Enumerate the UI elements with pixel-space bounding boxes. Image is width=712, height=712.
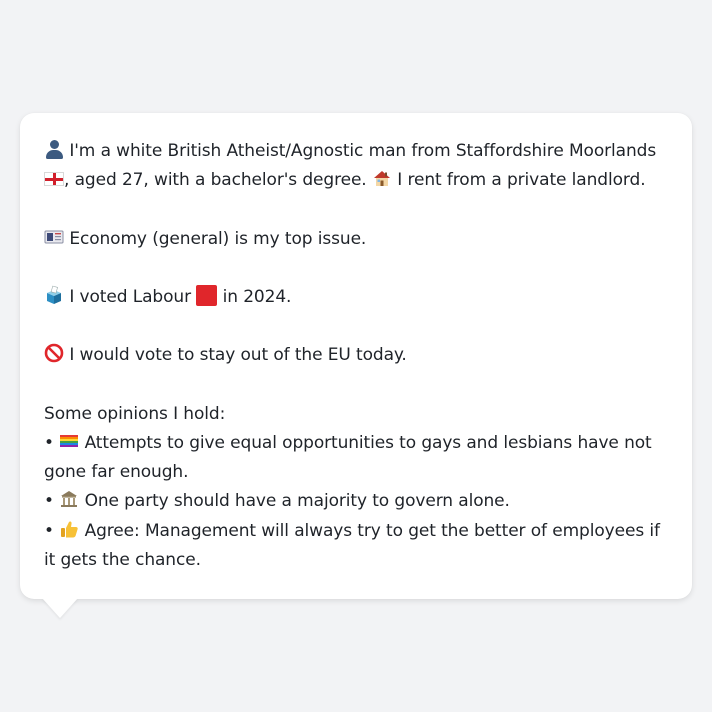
profile-line3: I rent from a private landlord.	[397, 170, 646, 191]
message-bubble: I'm a white British Atheist/Agnostic man…	[20, 113, 692, 599]
opinion-item: • Attempts to give equal opportunities t…	[44, 429, 668, 487]
thumbs-up-icon	[59, 519, 79, 539]
opinion-text: Attempts to give equal opportunities to …	[44, 432, 652, 483]
message-text: I'm a white British Atheist/Agnostic man…	[44, 137, 668, 575]
opinion-text: One party should have a majority to gove…	[84, 491, 510, 512]
opinion-item: • Agree: Management will always try to g…	[44, 517, 668, 575]
classical-building-icon	[59, 489, 79, 509]
bust-in-silhouette-icon	[44, 139, 64, 159]
newspaper-icon	[44, 227, 64, 247]
profile-paragraph: I'm a white British Atheist/Agnostic man…	[44, 137, 668, 195]
bullet: •	[44, 520, 54, 541]
prohibited-icon	[44, 343, 64, 363]
opinion-text: Agree: Management will always try to get…	[44, 520, 660, 570]
house-icon	[372, 168, 392, 188]
vote-paragraph: I voted Labour in 2024.	[44, 283, 668, 312]
bullet: •	[44, 491, 54, 512]
opinions-heading: Some opinions I hold:	[44, 403, 226, 424]
profile-line2: , aged 27, with a bachelor's degree.	[64, 170, 367, 191]
vote-text-end: in 2024.	[222, 286, 292, 307]
profile-line1: I'm a white British Atheist/Agnostic man…	[69, 141, 657, 161]
england-flag-icon	[44, 172, 64, 187]
ballot-box-icon	[44, 285, 64, 305]
bullet: •	[44, 432, 54, 453]
rainbow-flag-icon	[59, 431, 79, 451]
bubble-tail	[42, 598, 78, 618]
red-square-icon	[196, 284, 218, 306]
issue-paragraph: Economy (general) is my top issue.	[44, 225, 668, 254]
issue-text: Economy (general) is my top issue.	[69, 228, 367, 249]
eu-text: I would vote to stay out of the EU today…	[69, 345, 407, 366]
eu-paragraph: I would vote to stay out of the EU today…	[44, 341, 668, 370]
vote-text-start: I voted Labour	[69, 286, 191, 307]
opinion-item: • One party should have a majority to go…	[44, 487, 668, 516]
